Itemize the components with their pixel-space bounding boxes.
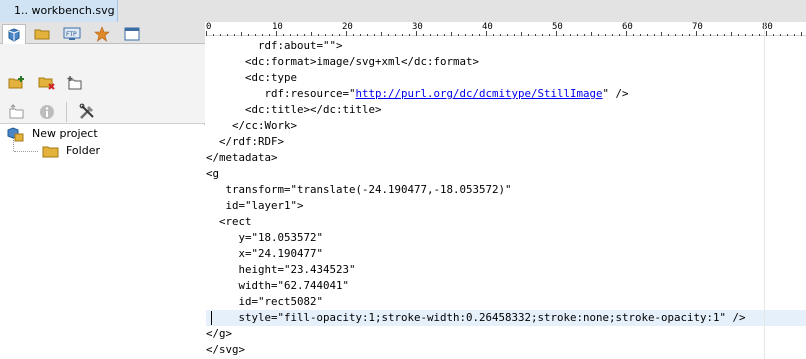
info-icon <box>40 105 54 119</box>
sidebar-toolbar <box>0 44 205 124</box>
up-folder-icon <box>9 104 24 119</box>
document-tab[interactable]: 1.. workbench.svg <box>0 0 118 22</box>
code-line-text: </g> <box>206 327 233 340</box>
new-project-button[interactable] <box>6 72 28 94</box>
code-line-text: <dc:title></dc:title> <box>206 103 382 116</box>
project-tree: New project Folder <box>0 125 205 359</box>
column-ruler: 0 10 20 30 40 50 60 70 80 <box>206 22 806 36</box>
info-button[interactable] <box>36 101 58 123</box>
tree-item-folder[interactable]: Folder <box>66 143 100 159</box>
code-line-text: " /> <box>602 87 629 100</box>
settings-tools-icon <box>79 103 94 119</box>
ruler-label: 50 <box>552 22 563 32</box>
code-line[interactable]: y="18.053572" <box>206 230 806 246</box>
toolbar-separator <box>66 102 67 122</box>
text-caret <box>211 311 212 325</box>
document-tab-label: 1.. workbench.svg <box>14 4 115 17</box>
code-line[interactable]: </g> <box>206 326 806 342</box>
sidebar: FTP New project Folder <box>0 22 205 359</box>
code-line-text: x="24.190477" <box>206 247 324 260</box>
project-icon <box>7 127 24 142</box>
tab-project[interactable] <box>2 24 26 45</box>
code-area[interactable]: rdf:about=""> <dc:format>image/svg+xml</… <box>206 36 806 359</box>
document-tabbar: 1.. workbench.svg <box>0 0 806 22</box>
delete-folder-button[interactable] <box>36 72 58 94</box>
sidebar-tabs: FTP <box>0 22 205 45</box>
folder-icon <box>42 146 59 158</box>
code-line-text: <dc:format>image/svg+xml</dc:format> <box>206 55 480 68</box>
ruler-ticks <box>206 31 802 36</box>
star-icon <box>94 26 110 42</box>
code-line-text: id="layer1"> <box>206 199 304 212</box>
svg-text:FTP: FTP <box>66 31 77 38</box>
new-project-folder-icon <box>8 76 24 89</box>
code-line-text: y="18.053572" <box>206 231 324 244</box>
tab-windows[interactable] <box>120 24 144 44</box>
code-link[interactable]: http://purl.org/dc/dcmitype/StillImage <box>356 87 603 100</box>
ftp-icon: FTP <box>63 27 81 40</box>
code-line-text: <dc:type <box>206 71 298 84</box>
code-line-text: <g <box>206 167 220 180</box>
tree-connector <box>14 151 38 152</box>
ruler-label: 0 <box>206 22 212 32</box>
ruler-label: 10 <box>272 22 283 32</box>
window-icon <box>124 27 140 41</box>
code-line-text: transform="translate(-24.190477,-18.0535… <box>206 183 512 196</box>
ruler-label: 70 <box>692 22 703 32</box>
code-line[interactable]: <dc:title></dc:title> <box>206 102 806 118</box>
code-line[interactable]: <dc:format>image/svg+xml</dc:format> <box>206 54 806 70</box>
code-line-text: </svg> <box>206 343 246 356</box>
code-line[interactable]: id="layer1"> <box>206 198 806 214</box>
code-line-text: </rdf:RDF> <box>206 135 285 148</box>
tab-folders[interactable] <box>30 24 54 44</box>
tree-item-folder-label: Folder <box>66 144 100 157</box>
code-line[interactable]: </metadata> <box>206 150 806 166</box>
code-line-text: height="23.434523" <box>206 263 356 276</box>
code-line[interactable]: </cc:Work> <box>206 118 806 134</box>
tree-item-project[interactable]: New project <box>32 126 98 142</box>
code-line[interactable]: <dc:type <box>206 70 806 86</box>
code-line-text: </metadata> <box>206 151 278 164</box>
code-line-text: width="62.744041" <box>206 279 350 292</box>
up-folder-button[interactable] <box>6 101 28 123</box>
code-line-text: </cc:Work> <box>206 119 298 132</box>
code-line-text: rdf:about=""> <box>206 39 343 52</box>
code-line[interactable]: x="24.190477" <box>206 246 806 262</box>
add-item-button[interactable] <box>64 72 86 94</box>
code-line[interactable]: rdf:about=""> <box>206 38 806 54</box>
folder-icon <box>34 29 50 40</box>
tab-favorites[interactable] <box>90 24 114 44</box>
add-item-icon <box>67 76 82 90</box>
code-line[interactable]: </svg> <box>206 342 806 358</box>
ruler-label: 30 <box>412 22 423 32</box>
code-editor[interactable]: 0 10 20 30 40 50 60 70 80 rdf:about=""> <dc:form… <box>206 22 806 359</box>
code-line-text: rdf:resource=" <box>206 87 356 100</box>
tab-ftp[interactable]: FTP <box>60 24 84 44</box>
code-line-current[interactable]: style="fill-opacity:1;stroke-width:0.264… <box>206 310 806 326</box>
code-line[interactable]: <rect <box>206 214 806 230</box>
delete-folder-icon <box>38 77 55 90</box>
code-line-text: <rect <box>206 215 252 228</box>
code-line[interactable]: </rdf:RDF> <box>206 134 806 150</box>
project-cube-icon <box>8 28 20 42</box>
ruler-label: 60 <box>622 22 633 32</box>
ruler-label: 40 <box>482 22 493 32</box>
code-line-text: style="fill-opacity:1;stroke-width:0.264… <box>206 311 746 324</box>
ruler-label: 20 <box>342 22 353 32</box>
code-line[interactable]: <g <box>206 166 806 182</box>
code-line[interactable]: width="62.744041" <box>206 278 806 294</box>
settings-button[interactable] <box>76 101 98 123</box>
code-line[interactable]: transform="translate(-24.190477,-18.0535… <box>206 182 806 198</box>
right-margin-line <box>764 22 765 359</box>
tree-item-project-label: New project <box>32 127 98 140</box>
code-line-text: id="rect5082" <box>206 295 324 308</box>
code-line[interactable]: rdf:resource="http://purl.org/dc/dcmityp… <box>206 86 806 102</box>
code-line[interactable]: height="23.434523" <box>206 262 806 278</box>
code-line[interactable]: id="rect5082" <box>206 294 806 310</box>
